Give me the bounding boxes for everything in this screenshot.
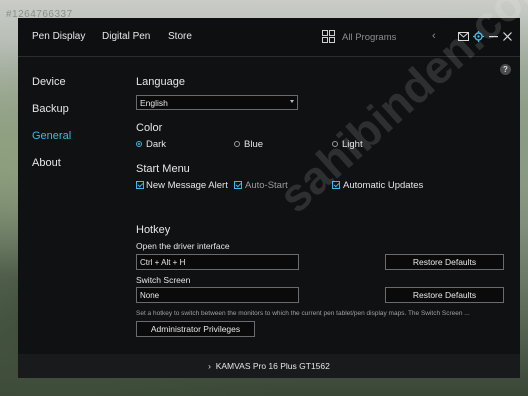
restore-defaults-button[interactable]: Restore Defaults xyxy=(385,287,504,303)
start-menu-title: Start Menu xyxy=(136,163,190,175)
driver-hotkey-value: Ctrl + Alt + H xyxy=(140,258,186,267)
administrator-privileges-button[interactable]: Administrator Privileges xyxy=(136,321,255,337)
checkbox-auto-start[interactable] xyxy=(234,181,242,189)
sidebar-item-about[interactable]: About xyxy=(32,157,61,169)
radio-dark[interactable] xyxy=(136,141,142,147)
switch-screen-value: None xyxy=(140,291,160,300)
device-bar[interactable]: › KAMVAS Pro 16 Plus GT1562 xyxy=(18,354,520,378)
switch-screen-label: Switch Screen xyxy=(136,275,191,285)
checkbox-new-message-alert[interactable] xyxy=(136,181,144,189)
color-title: Color xyxy=(136,122,163,134)
language-value: English xyxy=(140,98,168,108)
language-select[interactable]: English xyxy=(136,95,298,110)
restore-defaults-button[interactable]: Restore Defaults xyxy=(385,254,504,270)
programs-label: All Programs xyxy=(342,32,397,43)
driver-window: Pen Display Digital Pen Store All Progra… xyxy=(18,0,528,378)
device-name: › KAMVAS Pro 16 Plus GT1562 xyxy=(18,361,520,371)
sidebar-item-general[interactable]: General xyxy=(32,130,71,142)
switch-screen-field[interactable]: None xyxy=(136,287,299,303)
new-message-alert-label: New Message Alert xyxy=(146,180,228,191)
chevron-down-icon xyxy=(290,100,294,103)
sidebar-item-device[interactable]: Device xyxy=(32,76,66,88)
sidebar-item-backup[interactable]: Backup xyxy=(32,103,69,115)
language-title: Language xyxy=(136,76,185,88)
grid-icon xyxy=(322,30,335,43)
help-icon[interactable]: ? xyxy=(500,64,511,75)
device-name-label: KAMVAS Pro 16 Plus GT1562 xyxy=(215,361,330,371)
tab-store[interactable]: Store xyxy=(168,31,192,42)
tab-digital-pen[interactable]: Digital Pen xyxy=(102,31,150,42)
chevron-right-icon: › xyxy=(208,361,216,371)
driver-interface-label: Open the driver interface xyxy=(136,241,230,251)
hotkey-title: Hotkey xyxy=(136,224,171,236)
radio-blue-label: Blue xyxy=(244,139,264,150)
tab-pen-display[interactable]: Pen Display xyxy=(32,31,85,42)
radio-dark-label: Dark xyxy=(146,139,167,150)
automatic-updates-label: Automatic Updates xyxy=(343,180,424,191)
switch-screen-hint: Set a hotkey to switch between the monit… xyxy=(136,310,470,317)
driver-hotkey-field[interactable]: Ctrl + Alt + H xyxy=(136,254,299,270)
radio-blue[interactable] xyxy=(234,141,240,147)
